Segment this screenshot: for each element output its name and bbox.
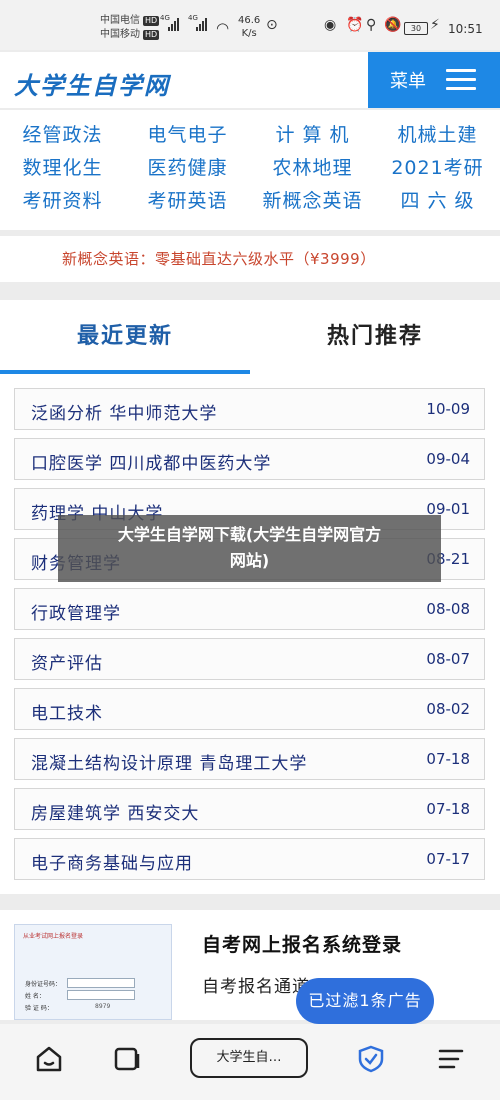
promo-banner[interactable]: 新概念英语：零基础直达六级水平（¥3999） — [0, 236, 500, 282]
list-item[interactable]: 混凝土结构设计原理 青岛理工大学 07-18 — [14, 738, 485, 780]
carrier-2: 中国移动 — [100, 29, 140, 40]
hd-badge: HD — [143, 16, 160, 26]
list-item-title: 资产评估 — [31, 654, 103, 674]
menu-button[interactable]: 菜单 — [368, 52, 500, 108]
list-item-title: 混凝土结构设计原理 青岛理工大学 — [31, 754, 308, 774]
caption-line: 网站) — [229, 551, 270, 570]
vpn-icon: ⊙ — [266, 17, 278, 33]
list-item-title: 房屋建筑学 西安交大 — [31, 804, 200, 824]
browser-bottom-nav: 大学生自… — [0, 1024, 500, 1100]
list-item[interactable]: 行政管理学 08-08 — [14, 588, 485, 630]
category-link[interactable]: 2021考研 — [375, 153, 500, 180]
tab-recent[interactable]: 最近更新 — [0, 318, 250, 350]
list-item[interactable]: 泛函分析 华中师范大学 10-09 — [14, 388, 485, 430]
list-item[interactable]: 房屋建筑学 西安交大 07-18 — [14, 788, 485, 830]
article-thumbnail: 从业考试网上报名登录 身份证号码： 姓 名： 验 证 码： 8979 — [14, 924, 172, 1020]
list-item-date: 07-17 — [426, 850, 470, 868]
tab-bar: 最近更新 热门推荐 — [0, 300, 500, 374]
ad-filter-badge[interactable]: 已过滤1条广告 — [296, 978, 434, 1024]
alarm-icon: ⏰ — [346, 17, 364, 33]
caption-line: 大学生自学网下载(大学生自学网官方 — [117, 525, 382, 544]
status-bar: 中国电信 HD 中国移动 HD 4G 4G ◠ 46.6 K/s ⊙ ◉ ⏰ ⚲ 🔕 … — [0, 0, 500, 50]
category-link[interactable]: 数理化生 — [0, 153, 125, 180]
article-title: 自考网上报名系统登录 — [202, 934, 403, 956]
category-link[interactable]: 农林地理 — [250, 153, 375, 180]
list-item-date: 08-02 — [426, 700, 470, 718]
category-link[interactable]: 电气电子 — [125, 120, 250, 147]
promo-text: 新概念英语：零基础直达六级水平（¥3999） — [62, 250, 376, 268]
battery-icon: 30 — [404, 22, 428, 35]
list-item-date: 07-18 — [426, 800, 470, 818]
hd-badge: HD — [143, 30, 160, 40]
list-item-title: 行政管理学 — [31, 604, 121, 624]
category-link[interactable]: 考研资料 — [0, 186, 125, 213]
home-icon[interactable] — [34, 1044, 64, 1074]
overlay-caption: 大学生自学网下载(大学生自学网官方 网站) — [58, 515, 441, 582]
list-item-title: 电工技术 — [31, 704, 103, 724]
category-link[interactable]: 新概念英语 — [250, 186, 375, 213]
shield-icon[interactable] — [356, 1044, 386, 1074]
list-item[interactable]: 资产评估 08-07 — [14, 638, 485, 680]
list-item-title: 口腔医学 四川成都中医药大学 — [31, 454, 272, 474]
category-link[interactable]: 医药健康 — [125, 153, 250, 180]
wifi-icon: ◠ — [216, 19, 230, 37]
location-icon: ⚲ — [366, 17, 377, 33]
category-link[interactable]: 四 六 级 — [375, 186, 500, 213]
carrier-1: 中国电信 — [100, 15, 140, 26]
category-link[interactable]: 经管政法 — [0, 120, 125, 147]
carrier-info: 中国电信 HD 中国移动 HD — [100, 14, 160, 42]
list-item-title: 泛函分析 华中师范大学 — [31, 404, 218, 424]
network-speed: 46.6 K/s — [238, 15, 261, 39]
category-link[interactable]: 机械土建 — [375, 120, 500, 147]
list-item-date: 08-08 — [426, 600, 470, 618]
list-item[interactable]: 电工技术 08-02 — [14, 688, 485, 730]
site-logo[interactable]: 大学生自学网 — [14, 66, 170, 101]
article-list: 泛函分析 华中师范大学 10-09 口腔医学 四川成都中医药大学 09-04 药理学… — [0, 374, 500, 894]
category-link[interactable]: 考研英语 — [125, 186, 250, 213]
address-bar[interactable]: 大学生自… — [190, 1038, 308, 1078]
mute-icon: 🔕 — [384, 17, 402, 33]
list-item-date: 09-04 — [426, 450, 470, 468]
eye-icon: ◉ — [324, 17, 337, 33]
list-item-date: 10-09 — [426, 400, 470, 418]
category-link[interactable]: 计 算 机 — [250, 120, 375, 147]
list-item-date: 07-18 — [426, 750, 470, 768]
list-item[interactable]: 电子商务基础与应用 07-17 — [14, 838, 485, 880]
list-item-date: 08-07 — [426, 650, 470, 668]
menu-icon[interactable] — [436, 1044, 466, 1074]
list-item-title: 电子商务基础与应用 — [31, 854, 193, 874]
clock: 10:51 — [448, 22, 483, 36]
tab-hot[interactable]: 热门推荐 — [250, 318, 500, 350]
article-subtitle: 自考报名通道 — [202, 977, 310, 997]
menu-label: 菜单 — [390, 71, 426, 92]
signal-icon — [196, 18, 207, 31]
site-header: 大学生自学网 菜单 — [0, 52, 500, 108]
signal-icon — [168, 18, 179, 31]
category-grid: 经管政法 电气电子 计 算 机 机械土建 数理化生 医药健康 农林地理 2021… — [0, 110, 500, 230]
hamburger-icon — [446, 69, 476, 91]
list-item[interactable]: 口腔医学 四川成都中医药大学 09-04 — [14, 438, 485, 480]
charging-icon: ⚡ — [430, 17, 440, 33]
tabs-icon[interactable] — [112, 1044, 142, 1074]
